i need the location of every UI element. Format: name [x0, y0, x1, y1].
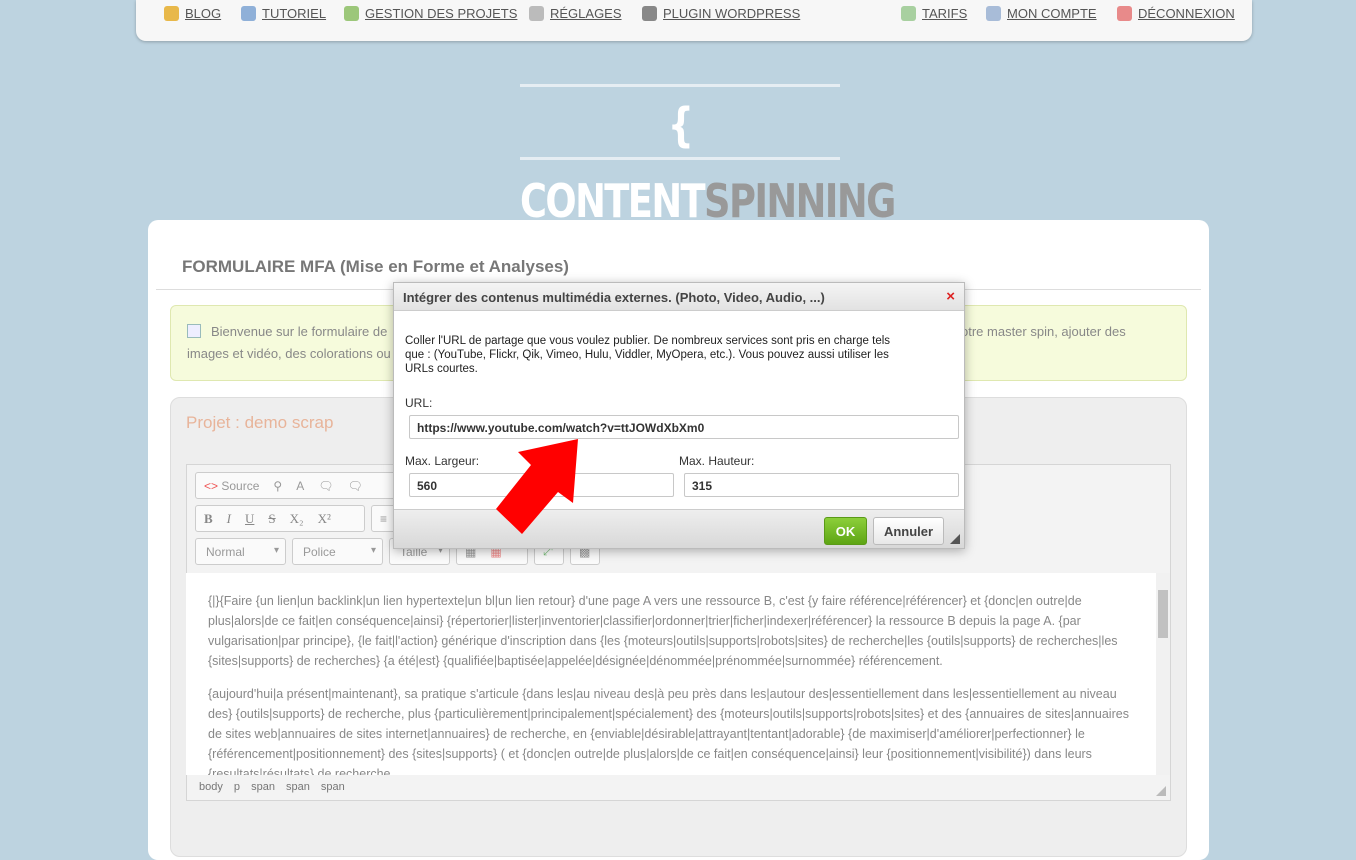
red-arrow-annotation [496, 439, 578, 534]
arrow-shape [496, 439, 578, 534]
